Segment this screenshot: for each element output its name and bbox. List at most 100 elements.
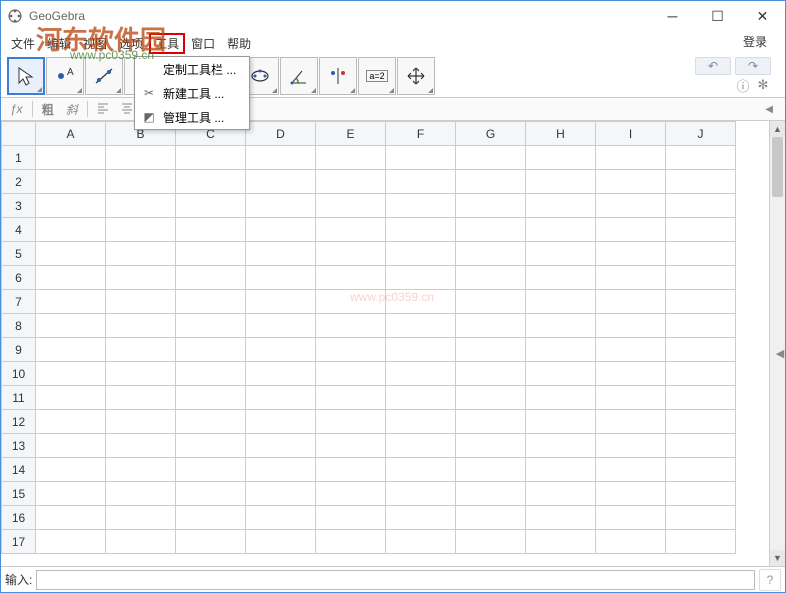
tool-slider[interactable]: a=2 — [358, 57, 396, 95]
cell[interactable] — [456, 506, 526, 530]
cell[interactable] — [316, 482, 386, 506]
cell[interactable] — [246, 434, 316, 458]
cell[interactable] — [36, 266, 106, 290]
cell[interactable] — [316, 314, 386, 338]
cell[interactable] — [596, 362, 666, 386]
cell[interactable] — [386, 194, 456, 218]
cell[interactable] — [106, 338, 176, 362]
cell[interactable] — [246, 530, 316, 554]
cell[interactable] — [666, 194, 736, 218]
cell[interactable] — [246, 170, 316, 194]
cell[interactable] — [596, 506, 666, 530]
column-header[interactable]: E — [316, 122, 386, 146]
cell[interactable] — [526, 482, 596, 506]
cell[interactable] — [526, 218, 596, 242]
tool-line[interactable] — [85, 57, 123, 95]
cell[interactable] — [176, 266, 246, 290]
cell[interactable] — [316, 338, 386, 362]
cell[interactable] — [666, 338, 736, 362]
cell[interactable] — [176, 362, 246, 386]
cell[interactable] — [176, 410, 246, 434]
cell[interactable] — [246, 290, 316, 314]
cell[interactable] — [596, 482, 666, 506]
cell[interactable] — [36, 386, 106, 410]
maximize-button[interactable]: ☐ — [695, 1, 740, 31]
cell[interactable] — [176, 386, 246, 410]
cell[interactable] — [526, 458, 596, 482]
cell[interactable] — [36, 530, 106, 554]
cell[interactable] — [106, 266, 176, 290]
row-header[interactable]: 11 — [2, 386, 36, 410]
close-button[interactable]: ✕ — [740, 1, 785, 31]
cell[interactable] — [666, 482, 736, 506]
command-input[interactable] — [36, 570, 755, 590]
cell[interactable] — [36, 170, 106, 194]
cell[interactable] — [386, 362, 456, 386]
cell[interactable] — [526, 266, 596, 290]
cell[interactable] — [36, 434, 106, 458]
cell[interactable] — [36, 290, 106, 314]
cell[interactable] — [246, 218, 316, 242]
cell[interactable] — [386, 338, 456, 362]
cell[interactable] — [596, 338, 666, 362]
cell[interactable] — [106, 194, 176, 218]
menu-file[interactable]: 文件 — [5, 33, 41, 54]
cell[interactable] — [596, 410, 666, 434]
cell[interactable] — [36, 146, 106, 170]
cell[interactable] — [456, 338, 526, 362]
cell[interactable] — [386, 242, 456, 266]
cell[interactable] — [596, 458, 666, 482]
cell[interactable] — [316, 170, 386, 194]
cell[interactable] — [36, 482, 106, 506]
row-header[interactable]: 6 — [2, 266, 36, 290]
cell[interactable] — [386, 170, 456, 194]
cell[interactable] — [456, 434, 526, 458]
cell[interactable] — [596, 386, 666, 410]
cell[interactable] — [106, 170, 176, 194]
cell[interactable] — [176, 290, 246, 314]
cell[interactable] — [526, 194, 596, 218]
cell[interactable] — [246, 386, 316, 410]
cell[interactable] — [36, 410, 106, 434]
row-header[interactable]: 17 — [2, 530, 36, 554]
cell[interactable] — [526, 506, 596, 530]
cell[interactable] — [36, 242, 106, 266]
cell[interactable] — [316, 386, 386, 410]
cell[interactable] — [596, 314, 666, 338]
cell[interactable] — [316, 506, 386, 530]
column-header[interactable]: G — [456, 122, 526, 146]
tool-reflect[interactable] — [319, 57, 357, 95]
cell[interactable] — [106, 434, 176, 458]
login-link[interactable]: 登录 — [743, 33, 767, 50]
cell[interactable] — [176, 314, 246, 338]
cell[interactable] — [316, 362, 386, 386]
cell[interactable] — [176, 218, 246, 242]
cell[interactable] — [456, 242, 526, 266]
scroll-thumb[interactable] — [772, 137, 783, 197]
cell[interactable] — [526, 530, 596, 554]
column-header[interactable]: J — [666, 122, 736, 146]
row-header[interactable]: 2 — [2, 170, 36, 194]
cell[interactable] — [246, 338, 316, 362]
cell[interactable] — [106, 314, 176, 338]
cell[interactable] — [176, 530, 246, 554]
cell[interactable] — [316, 410, 386, 434]
cell[interactable] — [386, 266, 456, 290]
cell[interactable] — [526, 170, 596, 194]
cell[interactable] — [386, 218, 456, 242]
cell[interactable] — [526, 434, 596, 458]
menu-window[interactable]: 窗口 — [185, 33, 221, 54]
cell[interactable] — [596, 170, 666, 194]
cell[interactable] — [666, 410, 736, 434]
cell[interactable] — [666, 506, 736, 530]
cell[interactable] — [176, 146, 246, 170]
cell[interactable] — [386, 458, 456, 482]
bold-button[interactable]: 粗 — [39, 101, 57, 118]
italic-button[interactable]: 斜 — [63, 101, 81, 118]
cell[interactable] — [36, 314, 106, 338]
cell[interactable] — [386, 314, 456, 338]
cell[interactable] — [456, 218, 526, 242]
cell[interactable] — [316, 458, 386, 482]
cell[interactable] — [596, 434, 666, 458]
cell[interactable] — [666, 146, 736, 170]
